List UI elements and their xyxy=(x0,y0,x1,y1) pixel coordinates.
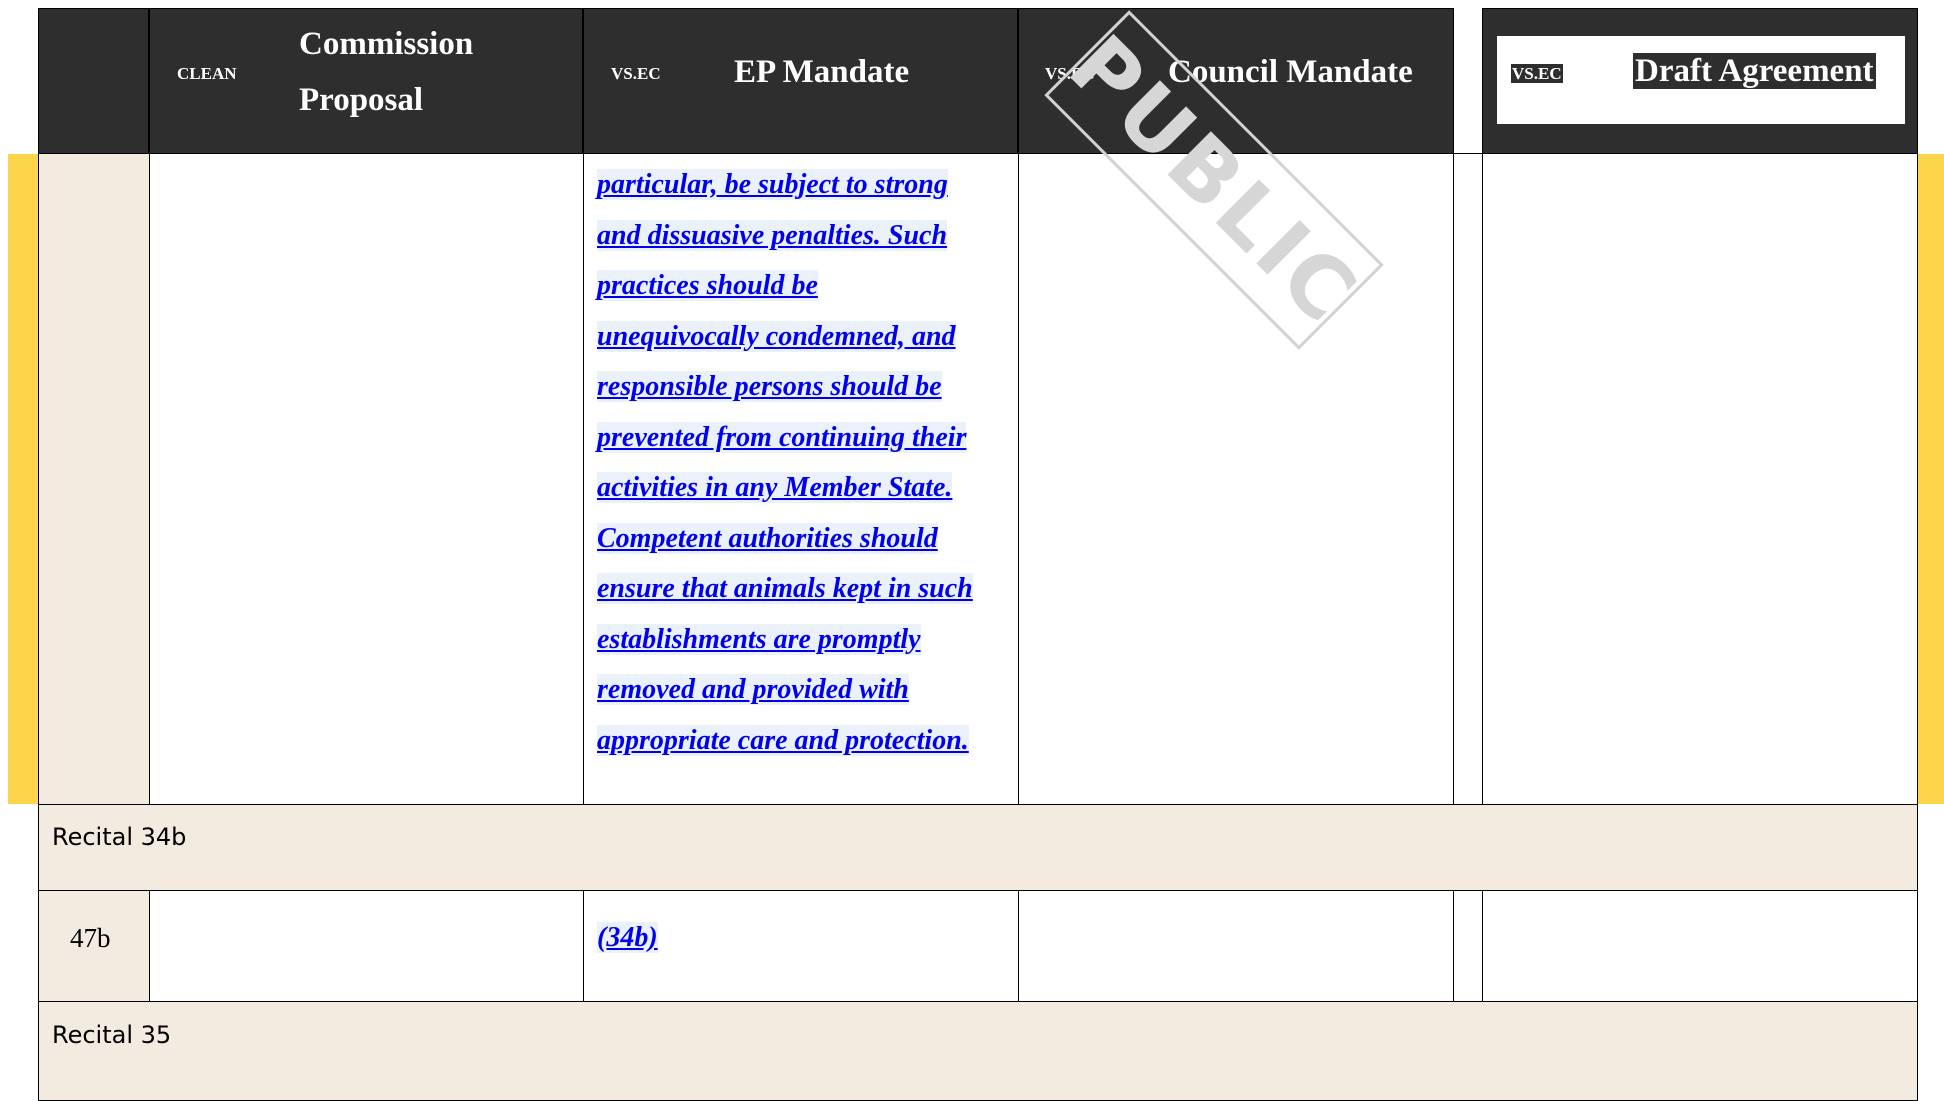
ep-amendment-line: responsible persons should be xyxy=(597,362,1007,413)
council-mandate-cell xyxy=(1018,890,1454,1002)
recital-header-row xyxy=(38,804,1918,891)
header-divider xyxy=(148,8,150,154)
ep-amendment-line: establishments are promptly xyxy=(597,615,1007,666)
ep-amendment-line: unequivocally condemned, and xyxy=(597,312,1007,363)
commission-proposal-title: Commission Proposal xyxy=(299,16,473,128)
recital-label: Recital 35 xyxy=(52,1021,172,1049)
ep-amendment-line-text: activities in any Member State. xyxy=(597,472,953,503)
commission-proposal-cell xyxy=(149,890,584,1002)
ep-amendment-line-text: particular, be subject to strong xyxy=(597,169,948,200)
ep-amendment-line-text: removed and provided with xyxy=(597,674,909,705)
ep-amendment-line-text: responsible persons should be xyxy=(597,371,942,402)
row-number: 47b xyxy=(70,923,111,953)
ep-amendment-line: practices should be xyxy=(597,261,1007,312)
ep-amendment-line-text: prevented from continuing their xyxy=(597,421,967,453)
change-marker-left xyxy=(8,154,38,804)
commission-proposal-title-line2: Proposal xyxy=(299,82,424,118)
ep-mandate-title: EP Mandate xyxy=(734,54,910,90)
draft-agreement-tag: VS.EC xyxy=(1511,64,1563,83)
draft-agreement-title: Draft Agreement xyxy=(1633,53,1876,89)
ep-mandate-amendment-text: particular, be subject to strong and dis… xyxy=(597,160,1007,766)
draft-agreement-cell xyxy=(1482,890,1918,1002)
ep-mandate-amendment-number: (34b) xyxy=(597,913,658,964)
ep-amendment-line: ensure that animals kept in such xyxy=(597,564,1007,615)
ep-amendment-line-text: practices should be xyxy=(597,270,818,301)
header-divider xyxy=(1017,8,1019,154)
change-marker-right xyxy=(1918,154,1944,804)
spacer-cell xyxy=(1453,890,1483,1002)
spacer-cell xyxy=(1453,153,1483,805)
recital-header-row xyxy=(38,1001,1918,1101)
ep-amendment-line: activities in any Member State. xyxy=(597,463,1007,514)
ep-amendment-line: appropriate care and protection. xyxy=(597,716,1007,767)
commission-proposal-title-line1: Commission xyxy=(299,26,474,62)
ep-amendment-line: and dissuasive penalties. Such xyxy=(597,211,1007,262)
commission-proposal-cell xyxy=(149,153,584,805)
ep-amendment-line-text: Competent authorities should xyxy=(597,522,938,554)
ep-amendment-line: particular, be subject to strong xyxy=(597,160,1007,211)
ep-amendment-line-text: ensure that animals kept in such xyxy=(597,573,973,604)
ep-amendment-line-text: establishments are promptly xyxy=(597,623,921,655)
draft-agreement-title-wrap: Draft Agreement xyxy=(1633,52,1876,90)
ep-amendment-line: Competent authorities should xyxy=(597,514,1007,565)
header-divider xyxy=(582,8,584,154)
ep-mandate-tag: VS.EC xyxy=(611,64,661,83)
ep-amendment-number-text: (34b) xyxy=(597,922,658,953)
draft-agreement-cell xyxy=(1482,153,1918,805)
ep-amendment-line: prevented from continuing their xyxy=(597,413,1007,464)
ep-amendment-line-text: unequivocally condemned, and xyxy=(597,320,956,352)
commission-proposal-tag: CLEAN xyxy=(177,64,237,83)
ep-amendment-line: removed and provided with xyxy=(597,665,1007,716)
recital-label: Recital 34b xyxy=(52,823,187,851)
draft-agreement-tag-wrap: VS.EC xyxy=(1511,64,1563,84)
ep-amendment-line-text: appropriate care and protection. xyxy=(597,724,969,756)
ep-amendment-line-text: and dissuasive penalties. Such xyxy=(597,219,948,251)
row-number-cell xyxy=(38,153,150,805)
